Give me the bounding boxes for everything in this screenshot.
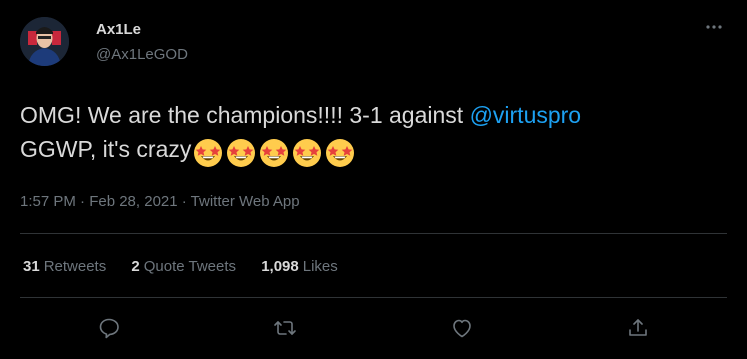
divider <box>20 297 727 298</box>
retweets-count: 31 <box>23 258 40 275</box>
share-icon[interactable] <box>626 316 650 340</box>
engagement-stats: 31 Retweets 2 Quote Tweets 1,098 Likes <box>23 258 359 275</box>
tweet-meta[interactable]: 1:57 PM · Feb 28, 2021 · Twitter Web App <box>20 193 300 210</box>
like-icon[interactable] <box>450 316 474 340</box>
likes-count: 1,098 <box>261 258 299 275</box>
likes-stat[interactable]: 1,098 Likes <box>261 258 338 275</box>
tweet-text: OMG! We are the champions!!!! 3-1 agains… <box>20 98 730 168</box>
likes-label: Likes <box>302 258 338 275</box>
tweet-card: Ax1Le @Ax1LeGOD OMG! We are the champion… <box>0 0 747 359</box>
star-struck-emoji <box>292 138 322 168</box>
more-options-icon[interactable] <box>703 20 725 34</box>
star-struck-emoji <box>325 138 355 168</box>
divider <box>20 233 727 234</box>
retweet-icon[interactable] <box>273 316 297 340</box>
tweet-text-part2: GGWP, it's crazy <box>20 136 192 162</box>
retweets-stat[interactable]: 31 Retweets <box>23 258 106 275</box>
star-struck-emoji <box>259 138 289 168</box>
reply-icon[interactable] <box>97 316 121 340</box>
emoji-group <box>193 134 358 168</box>
avatar[interactable] <box>20 17 69 66</box>
mention-link[interactable]: @virtuspro <box>470 102 582 128</box>
tweet-text-part1: OMG! We are the champions!!!! 3-1 agains… <box>20 102 470 128</box>
quote-tweets-label: Quote Tweets <box>143 258 237 275</box>
display-name[interactable]: Ax1Le <box>96 21 141 38</box>
star-struck-emoji <box>193 138 223 168</box>
user-handle[interactable]: @Ax1LeGOD <box>96 46 188 63</box>
quote-tweets-count: 2 <box>131 258 140 275</box>
retweets-label: Retweets <box>43 258 107 275</box>
quote-tweets-stat[interactable]: 2 Quote Tweets <box>131 258 236 275</box>
star-struck-emoji <box>226 138 256 168</box>
